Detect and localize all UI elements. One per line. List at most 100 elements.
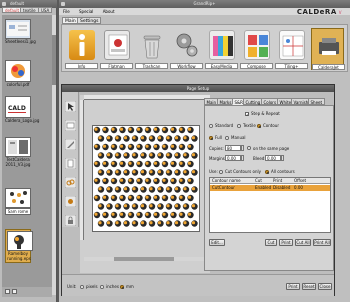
cut-all-button[interactable]: Cut All [295, 239, 311, 246]
nested-copy [131, 169, 139, 176]
arrow-tool-icon[interactable] [64, 97, 77, 113]
info-icon [69, 30, 95, 60]
mode-textile-radio[interactable] [237, 124, 241, 128]
tool-calderajet[interactable]: CalderaJet [311, 28, 345, 70]
list-view-icon[interactable] [5, 289, 10, 294]
file-thumbnail [7, 231, 33, 251]
nested-copy [93, 160, 101, 168]
unit-mm-radio[interactable] [120, 285, 124, 289]
mode-contour-radio[interactable] [257, 124, 261, 128]
list-item[interactable]: Sam rome [5, 188, 31, 215]
nested-copy [123, 169, 130, 176]
file-thumbnail [5, 137, 31, 157]
footer-reset-button[interactable]: Reset [302, 283, 316, 290]
nested-copy [170, 194, 177, 202]
lock-tool-icon[interactable] [64, 211, 77, 227]
unit-pixels-radio[interactable] [80, 285, 84, 289]
tab-colors[interactable]: Colors [261, 98, 279, 105]
scrollbar-thumb[interactable] [114, 257, 174, 261]
unit-inches-radio[interactable] [100, 285, 104, 289]
col-contour-name[interactable]: Contour name [212, 178, 241, 184]
margins-stepper[interactable] [241, 155, 244, 161]
cut-button[interactable]: Cut [265, 239, 277, 246]
nested-copy [136, 211, 143, 219]
nested-copy [178, 160, 186, 168]
file-list: Sheetleesi1.jpg colorful.pdf CALD Calder… [2, 15, 52, 295]
link-tool-icon[interactable] [64, 173, 77, 189]
page-tool-icon[interactable] [64, 154, 77, 170]
use-all-contours-radio[interactable] [265, 170, 269, 174]
copies-field[interactable]: 80 [225, 145, 241, 151]
tab-usa[interactable]: USA [38, 7, 53, 13]
tool-compose[interactable]: Compose [240, 28, 273, 70]
margins-field[interactable]: 0.00 [225, 155, 241, 161]
nested-copy [127, 211, 135, 219]
settings-tool-icon[interactable] [64, 192, 77, 208]
nested-copy [102, 177, 109, 185]
workflow-icon [174, 30, 200, 60]
tool-flatman[interactable]: Flatman [100, 28, 133, 70]
easymedia-icon [209, 30, 235, 60]
copies-stepper[interactable] [241, 145, 244, 151]
main-titlebar[interactable]: GrandRip+ [59, 0, 350, 8]
list-item[interactable]: Sheetleesi1.jpg [5, 19, 36, 44]
preview-scrollbar[interactable] [84, 257, 210, 261]
nested-copy [178, 177, 186, 185]
nested-copy [131, 203, 139, 210]
nested-copy [182, 203, 190, 210]
tab-textile[interactable]: textile [20, 7, 39, 13]
print-all-button[interactable]: Print All [313, 239, 331, 246]
list-item-selected[interactable]: Ramelboy running.eps [5, 229, 33, 263]
same-page-radio[interactable] [247, 146, 251, 150]
preview-sheet[interactable] [92, 125, 200, 232]
close-window-button[interactable] [2, 2, 6, 6]
print-button[interactable]: Print [279, 239, 293, 246]
bleed-field[interactable]: 0.00 [265, 155, 281, 161]
stamp-tool-icon[interactable] [64, 116, 77, 132]
nested-copy [114, 152, 122, 159]
nested-copy [174, 203, 181, 210]
col-print[interactable]: Print [273, 178, 282, 184]
scrollbar-thumb[interactable] [52, 35, 56, 85]
col-offset[interactable]: Offset [294, 178, 306, 184]
s-and-r-panel: ✓ Step & Repeat Standard Textile Contour… [204, 105, 334, 271]
dialog-titlebar[interactable]: Page Setup [62, 85, 334, 92]
nested-copy [144, 143, 152, 151]
use-cut-contours-radio[interactable] [219, 170, 223, 174]
nested-copy [157, 186, 164, 193]
tool-workflow[interactable]: Workflow [170, 28, 203, 70]
edit-button[interactable]: Edit... [209, 239, 225, 246]
footer-close-button[interactable]: Close [318, 283, 332, 290]
knife-tool-icon[interactable] [64, 135, 77, 151]
nested-copy [140, 203, 147, 210]
menu-special[interactable]: Special [79, 9, 93, 14]
step-repeat-checkbox[interactable]: ✓ [245, 112, 249, 117]
fill-full-radio[interactable] [209, 136, 213, 140]
list-item[interactable]: colorful.pdf [5, 60, 31, 87]
menu-about[interactable]: About [103, 9, 115, 14]
footer-print-button[interactable]: Print [286, 283, 300, 290]
nested-copy [153, 211, 160, 219]
tool-tiling[interactable]: Tiling+ [275, 28, 308, 70]
grid-view-icon[interactable] [12, 289, 17, 294]
table-row[interactable]: CutContour Enabled Disabled 0.00 [210, 185, 330, 191]
close-window-button[interactable] [61, 2, 65, 6]
tool-info[interactable]: Info [65, 28, 98, 70]
list-item[interactable]: TestCaldera 2011_V3.jpg [5, 137, 31, 167]
bleed-label: Bleed: [253, 156, 266, 161]
fill-manual-radio[interactable] [225, 136, 229, 140]
tab-cutting[interactable]: Cutting [243, 98, 263, 105]
tool-trashcan[interactable]: Trashcan [135, 28, 168, 70]
mode-standard-radio[interactable] [209, 124, 213, 128]
tab-settings[interactable]: Settings [77, 17, 102, 24]
bleed-stepper[interactable] [281, 155, 284, 161]
nested-copy [93, 211, 101, 219]
list-item[interactable]: CALD Caldera_Logo.jpg [5, 96, 39, 123]
menu-file[interactable]: File [63, 9, 70, 14]
tool-easymedia[interactable]: EasyMedia [205, 28, 238, 70]
file-list-scrollbar[interactable] [52, 15, 56, 295]
nested-copy [93, 194, 101, 202]
tab-sheet[interactable]: Sheet [308, 98, 325, 105]
nested-copy [148, 169, 156, 176]
col-cut[interactable]: Cut [255, 178, 262, 184]
